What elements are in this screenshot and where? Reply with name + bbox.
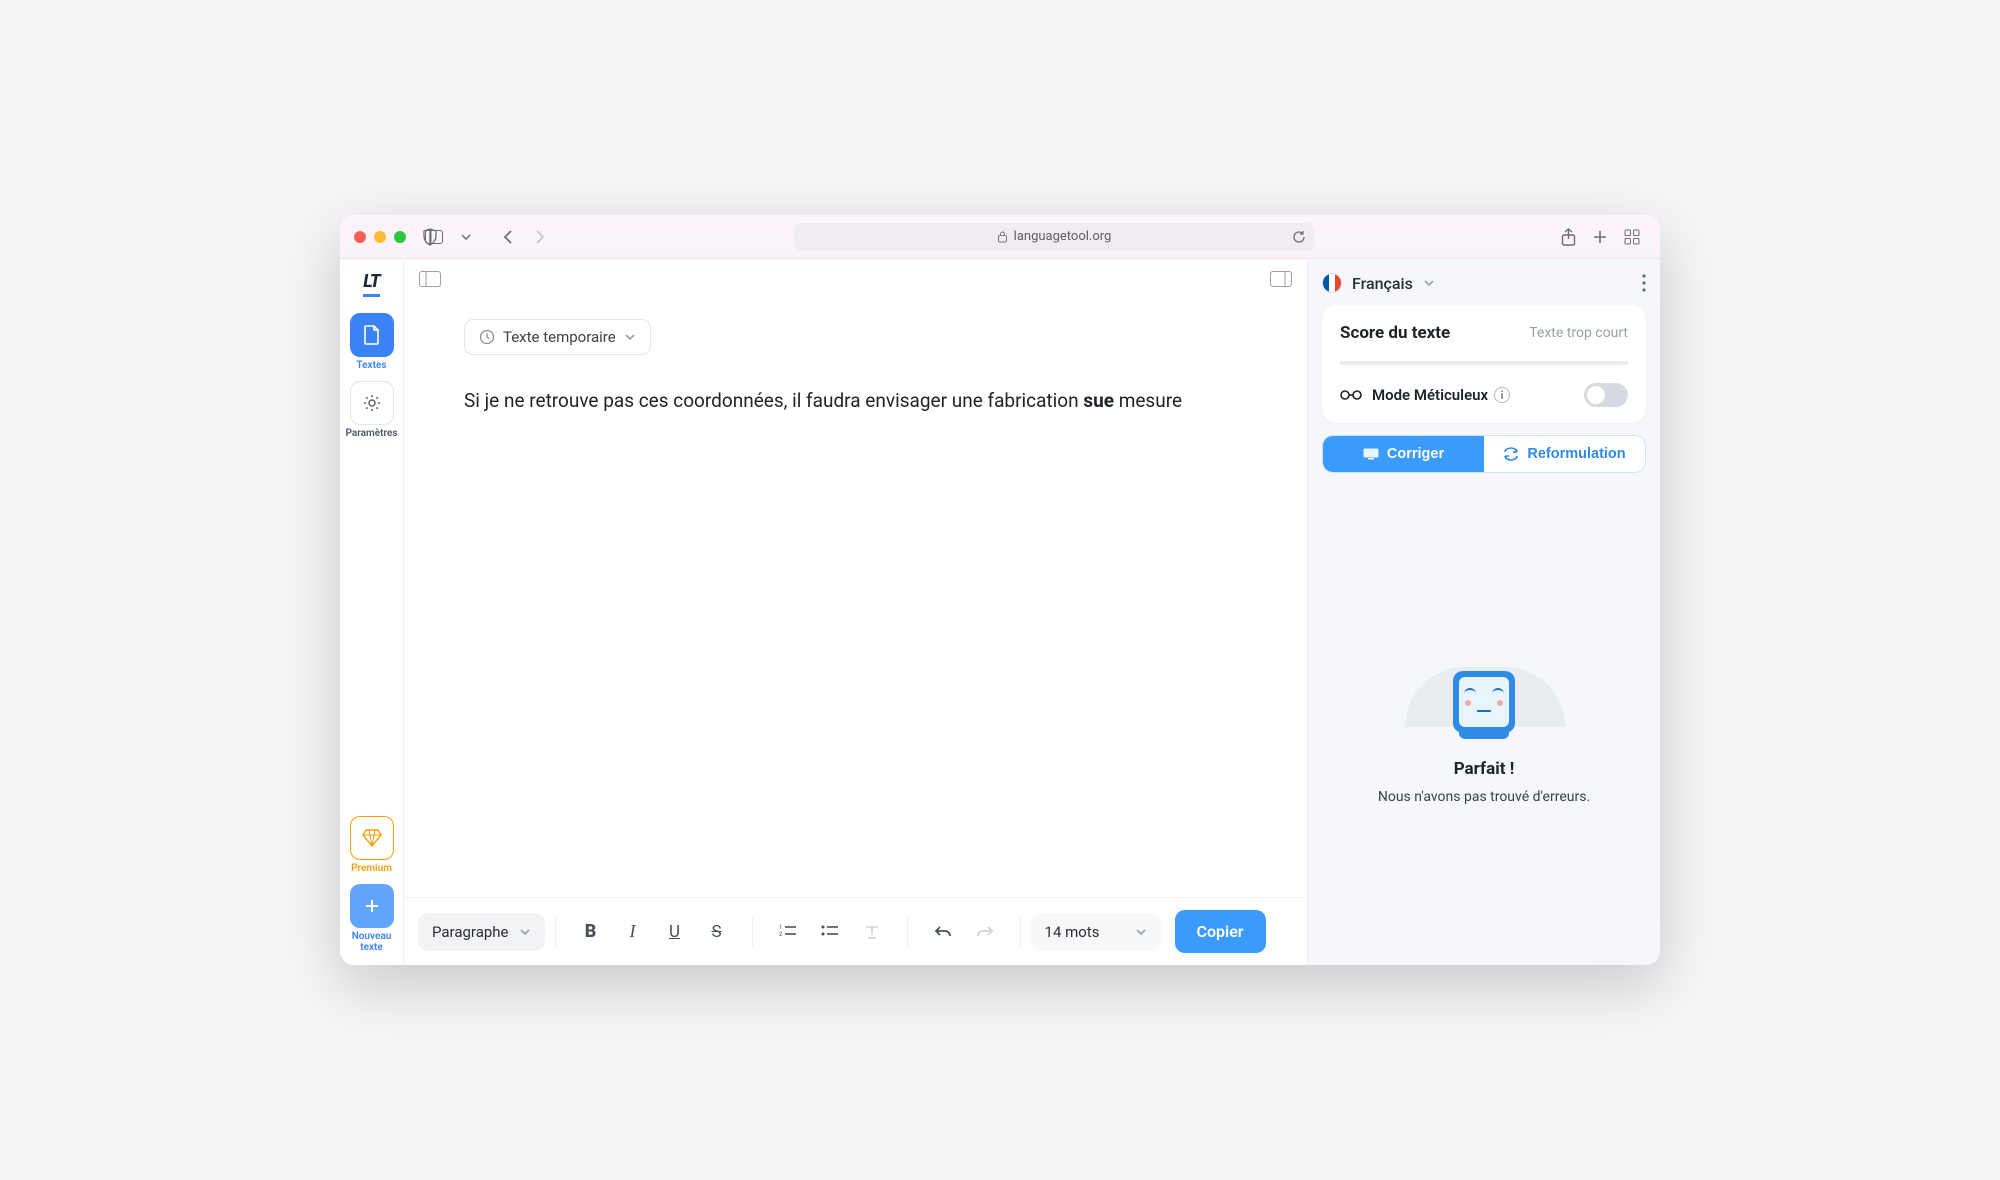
- screen-icon: [1363, 448, 1379, 460]
- new-tab-icon[interactable]: [1586, 223, 1614, 251]
- plus-icon: [350, 884, 394, 928]
- empty-title: Parfait !: [1454, 759, 1515, 779]
- app-window: languagetool.org LT: [340, 215, 1660, 965]
- score-card: Score du texte Texte trop court Mode Mét…: [1322, 305, 1646, 423]
- wordcount-label: 14 mots: [1045, 923, 1100, 941]
- undo-button[interactable]: [926, 915, 960, 949]
- score-title: Score du texte: [1340, 323, 1450, 343]
- mode-segmented-control: Corriger Reformulation: [1322, 435, 1646, 473]
- clock-icon: [479, 329, 495, 345]
- divider: [1020, 917, 1021, 947]
- diamond-icon: [350, 816, 394, 860]
- content-area: LT Textes Paramètres Premium: [340, 259, 1660, 965]
- minimize-window-button[interactable]: [374, 231, 386, 243]
- document-name-label: Texte temporaire: [503, 328, 616, 346]
- highlighted-word[interactable]: sue: [1083, 389, 1114, 412]
- gear-icon: [350, 381, 394, 425]
- paragraph-style-label: Paragraphe: [432, 923, 509, 941]
- document-name-select[interactable]: Texte temporaire: [464, 319, 651, 355]
- tab-overview-icon[interactable]: [1618, 223, 1646, 251]
- share-icon[interactable]: [1554, 223, 1582, 251]
- nav-sidebar: LT Textes Paramètres Premium: [340, 259, 404, 965]
- language-select[interactable]: Français: [1322, 273, 1435, 293]
- forward-button[interactable]: [526, 223, 554, 251]
- document-text[interactable]: Si je ne retrouve pas ces coordonnées, i…: [464, 387, 1247, 416]
- address-bar[interactable]: languagetool.org: [794, 223, 1314, 251]
- lock-icon: [997, 230, 1008, 243]
- chevron-down-icon: [519, 928, 531, 936]
- chevron-down-icon: [1423, 279, 1435, 287]
- meticulous-toggle[interactable]: [1584, 383, 1628, 407]
- app-logo[interactable]: LT: [363, 271, 379, 297]
- window-controls: [354, 231, 406, 243]
- divider: [752, 917, 753, 947]
- sidebar-item-premium[interactable]: Premium: [344, 816, 400, 874]
- empty-subtitle: Nous n'avons pas trouvé d'erreurs.: [1378, 789, 1590, 805]
- bold-button[interactable]: B: [574, 915, 608, 949]
- reload-icon[interactable]: [1292, 230, 1306, 244]
- redo-button[interactable]: [968, 915, 1002, 949]
- underline-button[interactable]: U: [658, 915, 692, 949]
- sidebar-item-nouveau-texte[interactable]: Nouveau texte: [344, 884, 400, 953]
- address-text: languagetool.org: [1014, 229, 1112, 244]
- right-panel-toggle-icon[interactable]: [1269, 269, 1293, 289]
- sidebar-item-label: Premium: [351, 863, 392, 874]
- shield-icon[interactable]: [416, 223, 444, 251]
- tab-corriger[interactable]: Corriger: [1323, 436, 1484, 472]
- copy-button[interactable]: Copier: [1175, 910, 1266, 953]
- document-area[interactable]: Texte temporaire Si je ne retrouve pas c…: [404, 299, 1307, 897]
- editor-column: Texte temporaire Si je ne retrouve pas c…: [404, 259, 1308, 965]
- chevron-down-icon[interactable]: [452, 223, 480, 251]
- paragraph-style-select[interactable]: Paragraphe: [418, 913, 545, 951]
- svg-text:2: 2: [779, 931, 783, 938]
- maximize-window-button[interactable]: [394, 231, 406, 243]
- left-panel-toggle-icon[interactable]: [418, 269, 442, 289]
- sync-icon: [1503, 447, 1519, 461]
- language-label: Français: [1352, 274, 1413, 293]
- empty-state: Parfait ! Nous n'avons pas trouvé d'erre…: [1322, 485, 1646, 951]
- more-menu-icon[interactable]: [1642, 274, 1646, 292]
- bullet-list-button[interactable]: [813, 915, 847, 949]
- sidebar-item-textes[interactable]: Textes: [344, 313, 400, 371]
- mascot-icon: [1453, 671, 1515, 733]
- format-toolbar: Paragraphe B I U S 12: [404, 897, 1307, 965]
- score-msg: Texte trop court: [1529, 325, 1628, 341]
- back-button[interactable]: [494, 223, 522, 251]
- close-window-button[interactable]: [354, 231, 366, 243]
- chevron-down-icon: [1135, 928, 1147, 936]
- flag-france-icon: [1322, 273, 1342, 293]
- score-progress: [1340, 361, 1628, 365]
- divider: [907, 917, 908, 947]
- tab-reformulation[interactable]: Reformulation: [1484, 436, 1645, 472]
- document-icon: [350, 313, 394, 357]
- info-icon[interactable]: i: [1494, 387, 1510, 403]
- right-panel: Français Score du texte Texte trop court: [1308, 259, 1660, 965]
- titlebar: languagetool.org: [340, 215, 1660, 259]
- glasses-icon: [1340, 389, 1362, 401]
- chevron-down-icon: [624, 333, 636, 341]
- meticulous-label: Mode Méticuleux: [1372, 386, 1488, 404]
- sidebar-item-label: Nouveau texte: [352, 931, 392, 953]
- strikethrough-button[interactable]: S: [700, 915, 734, 949]
- divider: [555, 917, 556, 947]
- clear-format-button[interactable]: [855, 915, 889, 949]
- numbered-list-button[interactable]: 12: [771, 915, 805, 949]
- sidebar-item-label: Paramètres: [346, 428, 398, 439]
- sidebar-item-label: Textes: [356, 360, 386, 371]
- sidebar-item-parametres[interactable]: Paramètres: [344, 381, 400, 439]
- svg-text:1: 1: [779, 924, 782, 931]
- italic-button[interactable]: I: [616, 915, 650, 949]
- wordcount-select[interactable]: 14 mots: [1031, 913, 1161, 951]
